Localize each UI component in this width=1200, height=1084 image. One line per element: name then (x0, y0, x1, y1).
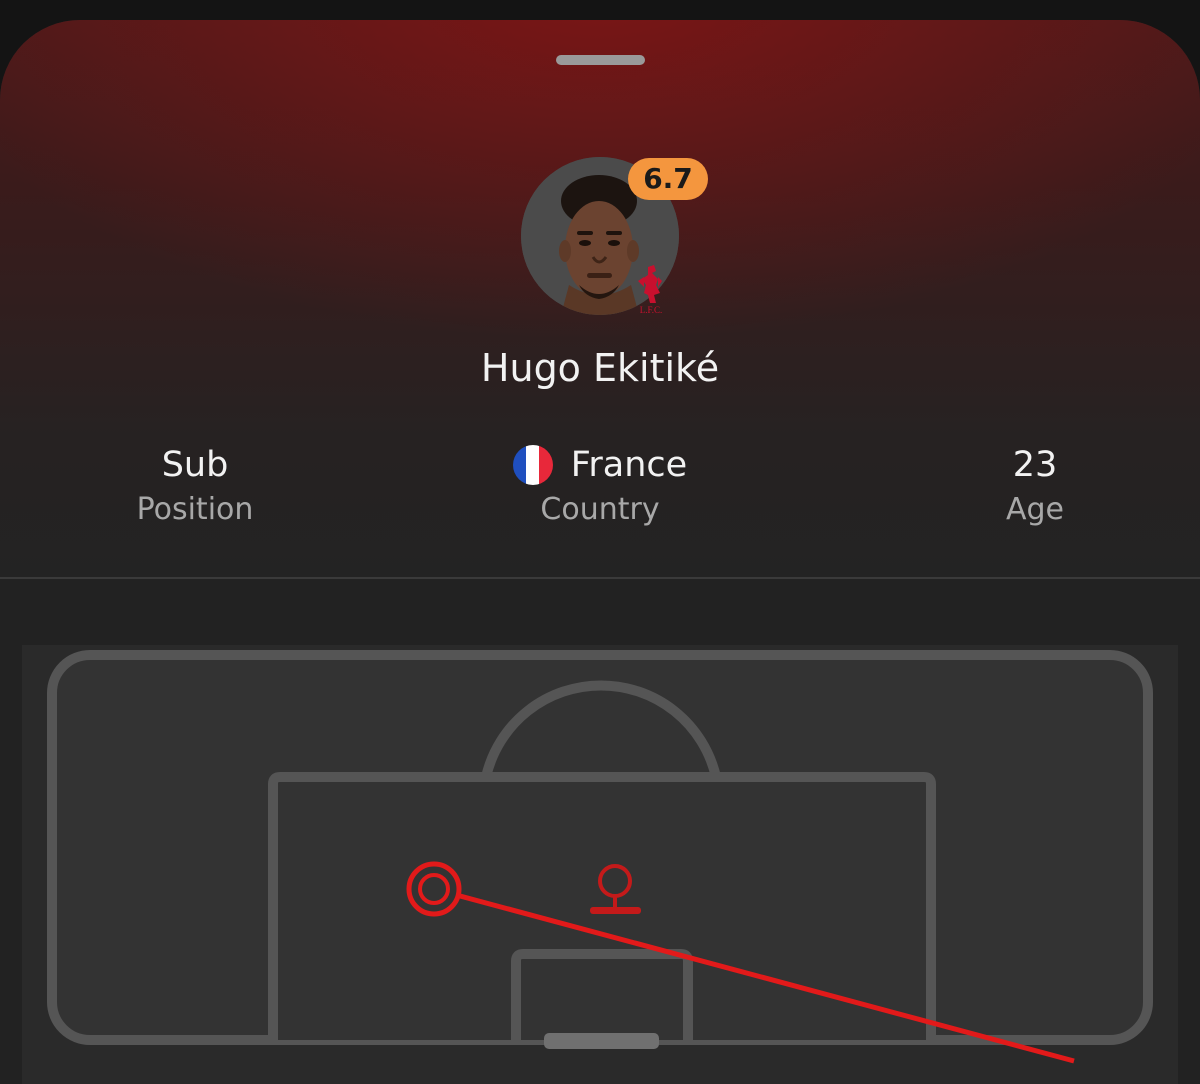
player-header: 6.7 L.F.C. Hugo Ekitiké Sub Position Fra… (0, 20, 1200, 578)
six-yard-box (511, 949, 693, 1040)
target-ring-icon[interactable] (406, 861, 462, 917)
rating-badge: 6.7 (628, 158, 708, 200)
shot-map-pitch (47, 650, 1153, 1064)
stat-position: Sub Position (95, 440, 295, 527)
age-label: Age (1005, 492, 1065, 527)
country-label: Country (540, 492, 660, 527)
france-flag-icon (512, 445, 553, 485)
club-crest-text: L.F.C. (640, 305, 663, 315)
country-row: France (460, 440, 740, 490)
country-value: France (570, 445, 688, 485)
player-bottom-sheet: 6.7 L.F.C. Hugo Ekitiké Sub Position Fra… (0, 20, 1200, 1084)
drag-handle[interactable] (556, 55, 645, 65)
position-label: Position (136, 492, 254, 527)
liverbird-crest-icon: L.F.C. (638, 265, 663, 315)
position-value: Sub (161, 445, 229, 485)
player-name: Hugo Ekitiké (480, 346, 720, 390)
goal-icon (544, 1033, 659, 1049)
stat-age: 23 Age (935, 440, 1135, 527)
shot-map-panel (22, 645, 1178, 1084)
age-value: 23 (1012, 445, 1058, 485)
stat-country: France Country (460, 440, 740, 527)
section-divider (0, 577, 1200, 579)
